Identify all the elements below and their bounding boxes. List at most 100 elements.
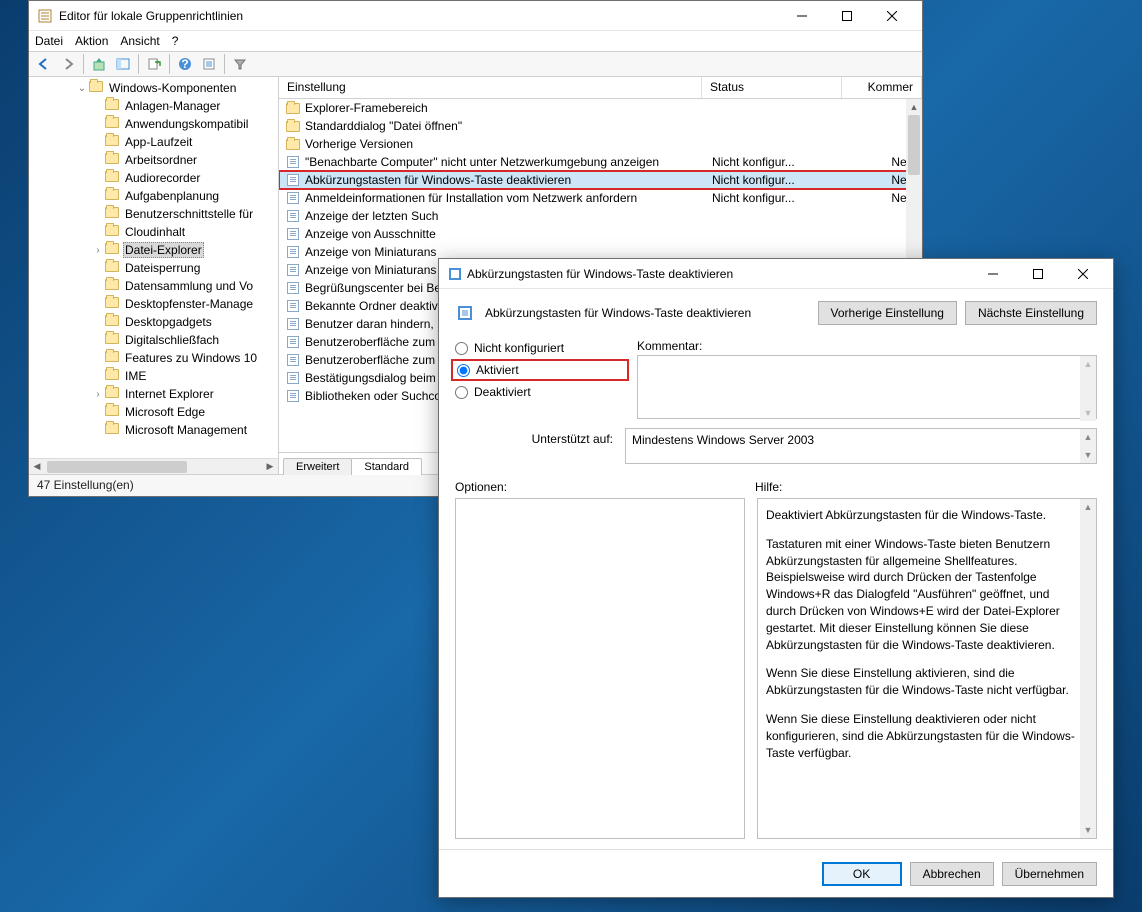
policy-icon xyxy=(285,210,301,222)
tree-item[interactable]: ›Internet Explorer xyxy=(29,385,278,403)
tree-item[interactable]: Anlagen-Manager xyxy=(29,97,278,115)
help-box: Deaktiviert Abkürzungstasten für die Win… xyxy=(757,498,1097,839)
titlebar[interactable]: Editor für lokale Gruppenrichtlinien xyxy=(29,1,922,31)
tab-extended[interactable]: Erweitert xyxy=(283,458,352,475)
tree-item[interactable]: Benutzerschnittstelle für xyxy=(29,205,278,223)
dialog-titlebar[interactable]: Abkürzungstasten für Windows-Taste deakt… xyxy=(439,259,1113,289)
export-button[interactable] xyxy=(143,53,165,75)
list-row[interactable]: Anzeige von Ausschnitte xyxy=(279,225,922,243)
help-button[interactable]: ? xyxy=(174,53,196,75)
folder-icon xyxy=(285,121,301,132)
policy-dialog: Abkürzungstasten für Windows-Taste deakt… xyxy=(438,258,1114,898)
close-button[interactable] xyxy=(869,2,914,30)
options-box xyxy=(455,498,745,839)
help-p3: Wenn Sie diese Einstellung aktivieren, s… xyxy=(766,665,1076,699)
maximize-button[interactable] xyxy=(824,2,869,30)
tree-hscrollbar[interactable]: ◀▶ xyxy=(29,458,278,474)
dialog-footer: OK Abbrechen Übernehmen xyxy=(439,849,1113,897)
folder-icon xyxy=(285,139,301,150)
supported-label: Unterstützt auf: xyxy=(455,428,613,446)
tree-item[interactable]: IME xyxy=(29,367,278,385)
radio-enabled[interactable]: Aktiviert xyxy=(455,363,625,377)
menu-file[interactable]: Datei xyxy=(35,34,63,48)
tree-item[interactable]: Desktopgadgets xyxy=(29,313,278,331)
tab-standard[interactable]: Standard xyxy=(351,458,422,475)
policy-icon xyxy=(285,390,301,402)
dialog-title: Abkürzungstasten für Windows-Taste deakt… xyxy=(467,267,970,281)
list-row[interactable]: Vorherige Versionen xyxy=(279,135,922,153)
policy-icon xyxy=(285,192,301,204)
show-hide-tree-button[interactable] xyxy=(112,53,134,75)
policy-icon xyxy=(455,303,475,323)
apply-button[interactable]: Übernehmen xyxy=(1002,862,1097,886)
help-p4: Wenn Sie diese Einstellung deaktivieren … xyxy=(766,711,1076,761)
list-row[interactable]: Anmeldeinformationen für Installation vo… xyxy=(279,189,922,207)
list-row[interactable]: "Benachbarte Computer" nicht unter Netzw… xyxy=(279,153,922,171)
previous-setting-button[interactable]: Vorherige Einstellung xyxy=(818,301,957,325)
policy-icon xyxy=(285,336,301,348)
col-status[interactable]: Status xyxy=(702,77,842,98)
policy-icon xyxy=(285,372,301,384)
policy-icon xyxy=(285,318,301,330)
list-row[interactable]: Abkürzungstasten für Windows-Taste deakt… xyxy=(279,171,922,189)
comment-label: Kommentar: xyxy=(637,339,1097,353)
tree-item[interactable]: Digitalschließfach xyxy=(29,331,278,349)
up-button[interactable] xyxy=(88,53,110,75)
help-label: Hilfe: xyxy=(755,480,782,494)
list-row[interactable]: Standarddialog "Datei öffnen" xyxy=(279,117,922,135)
col-comment[interactable]: Kommer xyxy=(842,77,922,98)
dialog-maximize-button[interactable] xyxy=(1015,260,1060,288)
tree-item[interactable]: Anwendungskompatibil xyxy=(29,115,278,133)
folder-icon xyxy=(285,103,301,114)
dialog-minimize-button[interactable] xyxy=(970,260,1015,288)
supported-scrollbar[interactable]: ▲▼ xyxy=(1080,429,1096,463)
minimize-button[interactable] xyxy=(779,2,824,30)
tree-root[interactable]: ⌄Windows-Komponenten xyxy=(29,79,278,97)
tree-item[interactable]: Features zu Windows 10 xyxy=(29,349,278,367)
dialog-icon xyxy=(447,266,463,282)
properties-button[interactable] xyxy=(198,53,220,75)
radio-not-configured[interactable]: Nicht konfiguriert xyxy=(455,341,625,355)
next-setting-button[interactable]: Nächste Einstellung xyxy=(965,301,1097,325)
tree-item[interactable]: ›Datei-Explorer xyxy=(29,241,278,259)
supported-value: Mindestens Windows Server 2003 xyxy=(632,433,814,447)
comment-textarea[interactable] xyxy=(637,355,1097,419)
tree-item[interactable]: Aufgabenplanung xyxy=(29,187,278,205)
filter-button[interactable] xyxy=(229,53,251,75)
policy-icon xyxy=(285,300,301,312)
tree-item[interactable]: Microsoft Edge xyxy=(29,403,278,421)
radio-disabled[interactable]: Deaktiviert xyxy=(455,385,625,399)
menu-action[interactable]: Aktion xyxy=(75,34,108,48)
policy-icon xyxy=(285,282,301,294)
tree-item[interactable]: Cloudinhalt xyxy=(29,223,278,241)
list-row[interactable]: Anzeige der letzten Such xyxy=(279,207,922,225)
tree-item[interactable]: Datensammlung und Vo xyxy=(29,277,278,295)
policy-icon xyxy=(285,354,301,366)
forward-button[interactable] xyxy=(57,53,79,75)
app-icon xyxy=(37,8,53,24)
menu-view[interactable]: Ansicht xyxy=(120,34,159,48)
dialog-close-button[interactable] xyxy=(1060,260,1105,288)
tree-item[interactable]: Audiorecorder xyxy=(29,169,278,187)
ok-button[interactable]: OK xyxy=(822,862,902,886)
supported-box: Mindestens Windows Server 2003 ▲▼ xyxy=(625,428,1097,464)
menu-help[interactable]: ? xyxy=(172,34,179,48)
col-setting[interactable]: Einstellung xyxy=(279,77,702,98)
svg-text:?: ? xyxy=(181,57,188,71)
list-row[interactable]: Explorer-Framebereich xyxy=(279,99,922,117)
policy-icon xyxy=(285,156,301,168)
back-button[interactable] xyxy=(33,53,55,75)
cancel-button[interactable]: Abbrechen xyxy=(910,862,994,886)
tree-item[interactable]: Arbeitsordner xyxy=(29,151,278,169)
help-scrollbar[interactable]: ▲▼ xyxy=(1080,499,1096,838)
tree-item[interactable]: Dateisperrung xyxy=(29,259,278,277)
tree-item[interactable]: Desktopfenster-Manage xyxy=(29,295,278,313)
tree-item[interactable]: Microsoft Management xyxy=(29,421,278,439)
menubar: Datei Aktion Ansicht ? xyxy=(29,31,922,51)
list-header[interactable]: Einstellung Status Kommer xyxy=(279,77,922,99)
tree[interactable]: ⌄Windows-KomponentenAnlagen-ManagerAnwen… xyxy=(29,77,278,439)
tree-item[interactable]: App-Laufzeit xyxy=(29,133,278,151)
options-label: Optionen: xyxy=(455,480,755,494)
policy-name: Abkürzungstasten für Windows-Taste deakt… xyxy=(485,306,808,320)
policy-icon xyxy=(285,264,301,276)
